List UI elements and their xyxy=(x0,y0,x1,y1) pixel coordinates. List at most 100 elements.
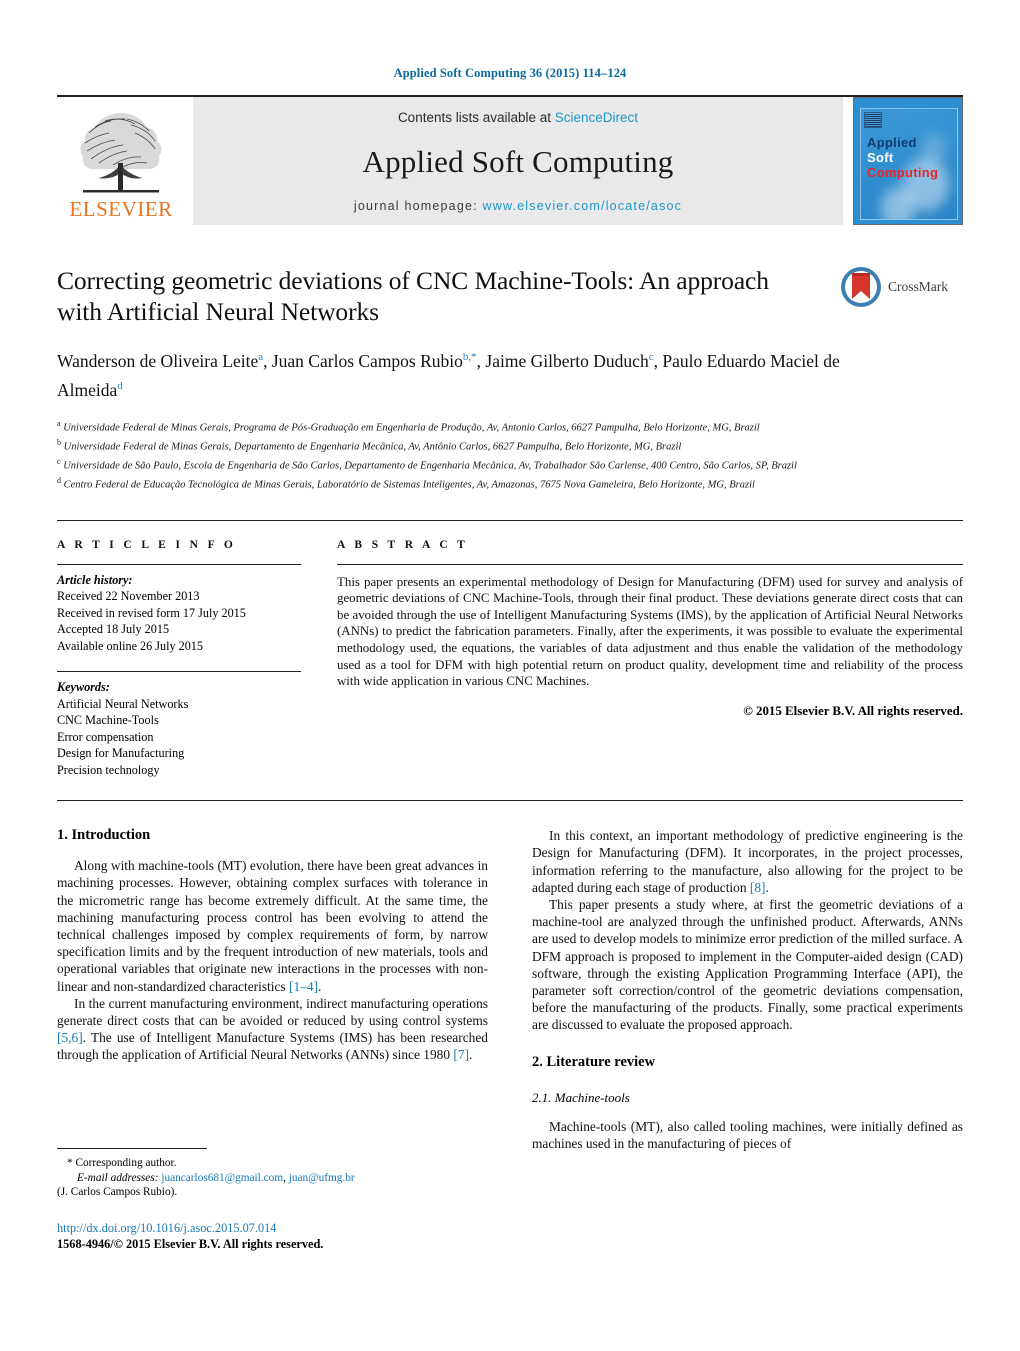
author-entry: Wanderson de Oliveira Leitea, xyxy=(57,351,272,371)
contents-prefix: Contents lists available at xyxy=(397,110,555,125)
divider xyxy=(57,563,301,565)
affiliation-text: Universidade Federal de Minas Gerais, Pr… xyxy=(63,422,760,434)
title-area: CrossMark Correcting geometric deviation… xyxy=(57,265,963,492)
paragraph-text: . The use of Intelligent Manufacture Sys… xyxy=(57,1030,488,1063)
citation-link[interactable]: [1–4] xyxy=(289,979,318,994)
affiliation-mark: b xyxy=(57,437,61,447)
history-accepted: Accepted 18 July 2015 xyxy=(57,622,170,637)
elsevier-tree-icon xyxy=(80,113,162,193)
elsevier-wordmark: ELSEVIER xyxy=(69,197,173,221)
journal-homepage-line: journal homepage: www.elsevier.com/locat… xyxy=(354,199,682,213)
author-entry: Juan Carlos Campos Rubiob,*, xyxy=(272,351,486,371)
cover-line-applied: Applied xyxy=(867,135,917,150)
paragraph: Along with machine-tools (MT) evolution,… xyxy=(57,857,488,995)
doi-link[interactable]: http://dx.doi.org/10.1016/j.asoc.2015.07… xyxy=(57,1221,323,1237)
homepage-prefix: journal homepage: xyxy=(353,199,483,213)
journal-title: Applied Soft Computing xyxy=(362,144,674,179)
affiliation-item: d Centro Federal de Educação Tecnológica… xyxy=(57,474,963,492)
keywords-group: Keywords: Artificial Neural Networks CNC… xyxy=(57,679,301,778)
affiliation-mark: c xyxy=(57,456,61,466)
journal-homepage-link[interactable]: www.elsevier.com/locate/asoc xyxy=(482,199,682,213)
section-heading-literature-review: 2. Literature review xyxy=(532,1053,656,1070)
affiliation-list: a Universidade Federal de Minas Gerais, … xyxy=(57,417,963,492)
paragraph: In the current manufacturing environment… xyxy=(57,995,488,1064)
subsection-heading-machine-tools: 2.1. Machine-tools xyxy=(532,1089,630,1105)
abstract-heading: A B S T R A C T xyxy=(337,538,469,551)
affiliation-text: Universidade Federal de Minas Gerais, De… xyxy=(63,441,682,453)
paragraph-text: . xyxy=(318,978,322,994)
cover-line-soft: Soft xyxy=(867,150,894,165)
crossmark-label: CrossMark xyxy=(888,279,948,294)
crossmark-badge[interactable]: CrossMark xyxy=(839,265,963,309)
author-entry: Jaime Gilberto Duduchc, xyxy=(485,351,662,371)
journal-cover-thumbnail[interactable]: Applied Soft Computing xyxy=(853,97,963,225)
abstract-column: A B S T R A C T This paper presents an e… xyxy=(319,539,963,779)
affiliation-text: Centro Federal de Educação Tecnológica d… xyxy=(63,479,755,491)
divider xyxy=(337,563,963,565)
body-column-left: 1. Introduction Along with machine-tools… xyxy=(57,827,488,1152)
corresponding-author-note: * Corresponding author. xyxy=(67,1157,177,1169)
keyword-item: Precision technology xyxy=(57,762,160,777)
paragraph-text: Along with machine-tools (MT) evolution,… xyxy=(57,858,488,994)
page-title: Correcting geometric deviations of CNC M… xyxy=(57,266,769,326)
paragraph: Machine-tools (MT), also called tooling … xyxy=(532,1118,963,1151)
affiliation-mark: a xyxy=(57,418,61,428)
masthead-center-band: Contents lists available at ScienceDirec… xyxy=(193,97,843,225)
keyword-item: Design for Manufacturing xyxy=(57,746,185,761)
cover-art: Applied Soft Computing xyxy=(860,108,958,220)
citation-link[interactable]: [8] xyxy=(750,880,766,895)
history-received: Received 22 November 2013 xyxy=(57,589,200,604)
citation-link[interactable]: [7] xyxy=(453,1047,469,1062)
author-separator: , xyxy=(263,350,272,371)
section-heading-introduction: 1. Introduction xyxy=(57,827,151,844)
email-label: E-mail addresses: xyxy=(77,1171,159,1184)
email-owner: (J. Carlos Campos Rubio). xyxy=(57,1186,178,1198)
keyword-item: Error compensation xyxy=(57,729,154,744)
paragraph: This paper presents a study where, at fi… xyxy=(532,896,963,1033)
keywords-label: Keywords: xyxy=(57,680,110,695)
affiliation-text: Universidade de São Paulo, Escola de Eng… xyxy=(63,460,797,472)
affiliation-item: b Universidade Federal de Minas Gerais, … xyxy=(57,436,963,454)
divider xyxy=(57,671,301,673)
article-history-label: Article history: xyxy=(57,572,133,587)
author-name: Juan Carlos Campos Rubio xyxy=(271,350,463,371)
cover-line-computing: Computing xyxy=(867,165,939,180)
keyword-item: Artificial Neural Networks xyxy=(57,696,189,711)
email-link-secondary[interactable]: juan@ufmg.br xyxy=(289,1172,355,1184)
footnote-block: * Corresponding author. E-mail addresses… xyxy=(57,1148,457,1200)
cover-publisher-mark-icon xyxy=(864,112,882,128)
paragraph-text: In this context, an important methodolog… xyxy=(532,828,963,895)
doi-block: http://dx.doi.org/10.1016/j.asoc.2015.07… xyxy=(57,1221,323,1252)
sciencedirect-link[interactable]: ScienceDirect xyxy=(555,110,638,125)
affiliation-item: a Universidade Federal de Minas Gerais, … xyxy=(57,417,963,435)
keyword-item: CNC Machine-Tools xyxy=(57,713,159,728)
affiliation-mark: d xyxy=(57,475,61,485)
cover-title: Applied Soft Computing xyxy=(867,135,938,180)
author-affiliation-mark[interactable]: d xyxy=(117,380,123,392)
footnote-divider xyxy=(57,1148,207,1149)
author-affiliation-mark[interactable]: b,* xyxy=(463,351,477,363)
paragraph: In this context, an important methodolog… xyxy=(532,827,963,896)
author-name: Wanderson de Oliveira Leite xyxy=(57,350,259,371)
paper-page: Applied Soft Computing 36 (2015) 114–124 xyxy=(0,0,1020,1351)
paragraph-text: In the current manufacturing environment… xyxy=(57,995,488,1028)
author-name: Jaime Gilberto Duduch xyxy=(485,350,649,371)
running-head: Applied Soft Computing 36 (2015) 114–124 xyxy=(393,66,627,80)
issn-copyright: 1568-4946/© 2015 Elsevier B.V. All right… xyxy=(57,1236,324,1251)
elsevier-logo: ELSEVIER xyxy=(57,97,185,225)
crossmark-icon xyxy=(841,267,881,307)
article-info-column: A R T I C L E I N F O Article history: R… xyxy=(57,539,319,779)
email-note: E-mail addresses: juancarlos681@gmail.co… xyxy=(57,1171,457,1186)
abstract-copyright: © 2015 Elsevier B.V. All rights reserved… xyxy=(743,703,963,718)
article-info-heading: A R T I C L E I N F O xyxy=(57,538,237,551)
body-columns: 1. Introduction Along with machine-tools… xyxy=(57,827,963,1152)
journal-masthead: ELSEVIER Contents lists available at Sci… xyxy=(57,95,963,225)
email-link-primary[interactable]: juancarlos681@gmail.com xyxy=(161,1172,283,1184)
contents-available-line: Contents lists available at ScienceDirec… xyxy=(398,110,638,125)
info-abstract-band: A R T I C L E I N F O Article history: R… xyxy=(57,519,963,802)
citation-link[interactable]: [5,6] xyxy=(57,1030,83,1045)
abstract-text: This paper presents an experimental meth… xyxy=(337,574,963,689)
body-column-right: In this context, an important methodolog… xyxy=(532,827,963,1152)
affiliation-item: c Universidade de São Paulo, Escola de E… xyxy=(57,455,963,473)
